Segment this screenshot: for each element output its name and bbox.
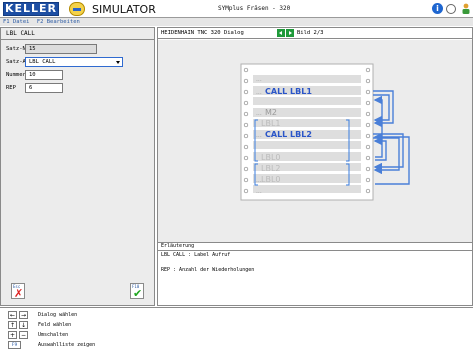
line-dots-2: ...	[256, 110, 262, 117]
dialog-header: HEIDENHAIN TNC 320 Dialog Bild 2/3	[158, 28, 472, 39]
chevron-down-icon[interactable]	[116, 61, 120, 64]
dialog-panel: HEIDENHAIN TNC 320 Dialog Bild 2/3 ... .…	[157, 27, 473, 306]
line-dots-1b: ...	[256, 89, 262, 96]
lbl1-text: LBL1	[261, 119, 281, 128]
menu-item-bearbeiten[interactable]: F2 Bearbeiten	[37, 19, 80, 25]
info-icon[interactable]: i	[432, 3, 443, 14]
lbl0-text-a: LBL0	[261, 153, 281, 162]
minus-key[interactable]: −	[19, 331, 28, 339]
call-lbl1-text: CALL LBL1	[265, 87, 312, 96]
key-help-area: ← → Dialog wählen ↑ ↓ Feld wählen + − Um…	[0, 307, 473, 354]
line-dots-5: ...	[256, 188, 262, 195]
satz-nr-input: 15	[25, 44, 97, 54]
arrow-up-key[interactable]: ↑	[8, 321, 17, 329]
checkmark-icon: ✔	[133, 287, 143, 300]
field-rep: REP 6	[1, 83, 154, 93]
f9-key[interactable]: F9	[8, 341, 21, 349]
line-dots-1: ...	[256, 76, 262, 83]
page-indicator: Bild 2/3	[297, 30, 324, 36]
previous-page-icon[interactable]	[277, 29, 285, 37]
arrow-left-key[interactable]: ←	[8, 311, 17, 319]
line-dots-3: ...	[256, 132, 262, 139]
cancel-x-icon: ✗	[14, 287, 24, 300]
field-satz-art: Satz-Art LBL CALL	[1, 57, 154, 67]
next-page-icon[interactable]	[286, 29, 294, 37]
field-label: Nummer	[6, 72, 26, 78]
help-text: Auswahlliste zeigen	[38, 342, 96, 348]
program-diagram: ... ... CALL LBL1 ... M2 LBL1 ... CALL L…	[158, 40, 472, 242]
help-text: Dialog wählen	[38, 312, 78, 318]
cancel-button[interactable]: Esc ✗	[11, 283, 25, 299]
menu-item-datei[interactable]: F1 Datei	[3, 19, 30, 25]
title-bar: KELLER SIMULATOR SYMplus Fräsen - 320 i	[0, 0, 473, 18]
simulator-window: KELLER SIMULATOR SYMplus Fräsen - 320 i …	[0, 0, 473, 354]
call-lbl2-text: CALL LBL2	[265, 130, 312, 139]
m2-text: M2	[265, 108, 277, 117]
app-subtitle: SYMplus Fräsen - 320	[218, 5, 291, 12]
help-text: Umschalten	[38, 332, 69, 338]
field-label: REP	[6, 85, 16, 91]
nummer-input[interactable]: 10	[25, 70, 63, 80]
menu-bar: F1 Datei F2 Bearbeiten	[0, 18, 473, 26]
lbl2-text: LBL2	[261, 164, 281, 173]
app-title: SIMULATOR	[92, 3, 156, 16]
plus-key[interactable]: +	[8, 331, 17, 339]
arrow-down-key[interactable]: ↓	[19, 321, 28, 329]
label-call-diagram: ... ... CALL LBL1 ... M2 LBL1 ... CALL L…	[240, 63, 410, 201]
dialog-title: HEIDENHAIN TNC 320 Dialog	[161, 30, 244, 36]
satz-art-select[interactable]: LBL CALL	[25, 57, 123, 67]
keller-logo: KELLER	[3, 2, 59, 16]
satz-art-value: LBL CALL	[29, 59, 56, 65]
form-panel: LBL CALL Satz-Nr. 15 Satz-Art LBL CALL N…	[0, 27, 155, 306]
field-satz-nr: Satz-Nr. 15	[1, 44, 154, 54]
help-text: Feld wählen	[38, 322, 72, 328]
rep-input[interactable]: 6	[25, 83, 63, 93]
explanation-line-lbl-call: LBL CALL : Label Aufruf	[161, 252, 231, 258]
divider	[158, 250, 472, 251]
confirm-button[interactable]: F10 ✔	[130, 283, 144, 299]
explanation-line-rep: REP : Anzahl der Wiederholungen	[161, 267, 255, 273]
arrow-right-key[interactable]: →	[19, 311, 28, 319]
lbl0-text-b: LBL0	[261, 175, 281, 184]
form-title: LBL CALL	[1, 28, 154, 40]
search-icon[interactable]	[446, 4, 456, 14]
field-nummer: Nummer 10	[1, 70, 154, 80]
user-icon[interactable]	[461, 3, 471, 15]
explanation-panel: Erläuterung LBL CALL : Label Aufruf REP …	[158, 242, 472, 305]
simulator-icon	[69, 2, 85, 16]
explanation-title: Erläuterung	[161, 243, 195, 249]
